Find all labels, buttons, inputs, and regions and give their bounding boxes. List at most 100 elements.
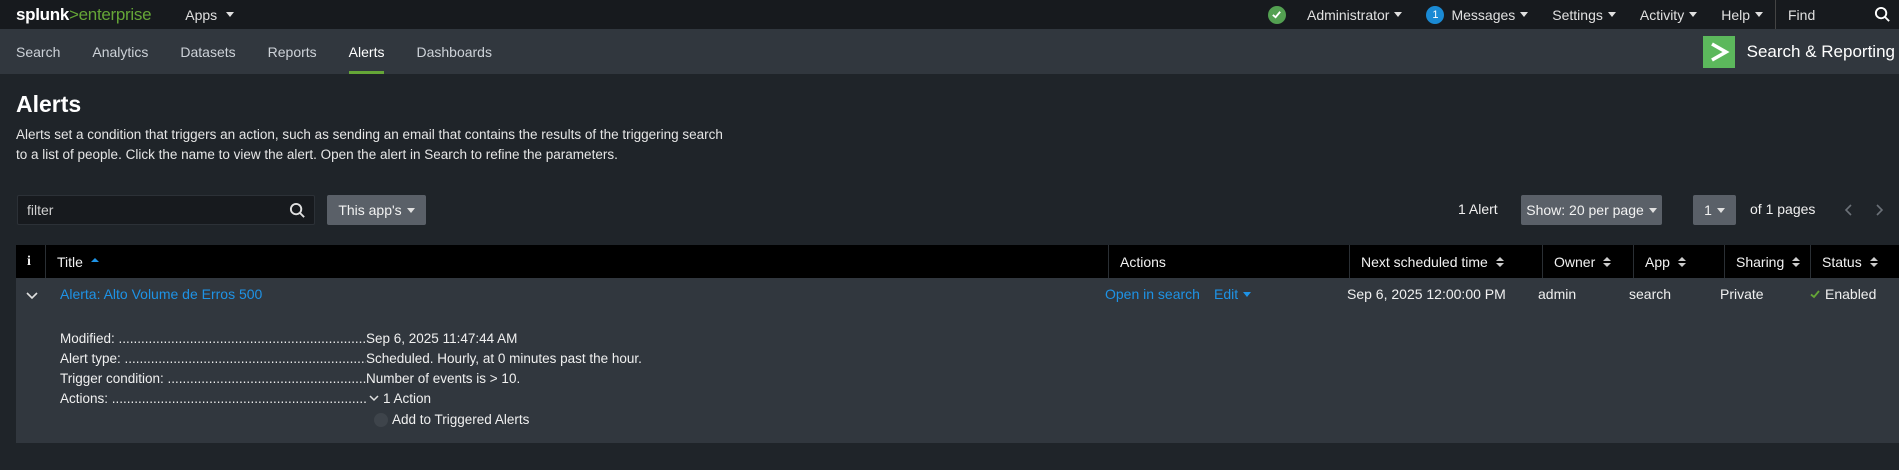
detail-label: Actions: ...............................… xyxy=(60,391,366,406)
logo-text: splunk xyxy=(16,4,69,24)
per-page-label: Show: 20 per page xyxy=(1526,202,1644,218)
caret-down-icon xyxy=(1394,12,1403,17)
caret-down-icon xyxy=(406,207,415,213)
alert-count: 1 Alert xyxy=(1458,201,1498,217)
header-actions-label: Actions xyxy=(1120,253,1166,270)
detail-modified: Modified: ..............................… xyxy=(60,329,642,349)
caret-down-icon xyxy=(1607,12,1616,17)
detail-action-item: Add to Triggered Alerts xyxy=(60,410,642,430)
messages-menu[interactable]: 1 Messages xyxy=(1426,5,1529,24)
detail-value: Sep 6, 2025 11:47:44 AM xyxy=(366,331,518,346)
alert-title-link[interactable]: Alerta: Alto Volume de Erros 500 xyxy=(60,286,262,302)
apps-menu-label: Apps xyxy=(185,6,218,23)
activity-label: Activity xyxy=(1639,6,1685,23)
open-in-search-link[interactable]: Open in search xyxy=(1105,286,1200,302)
sort-icon xyxy=(1792,256,1801,267)
check-icon xyxy=(1810,290,1820,299)
owner-value: admin xyxy=(1538,286,1577,302)
page-number: 1 xyxy=(1704,202,1712,218)
sort-icon xyxy=(1869,256,1878,267)
detail-label: Trigger condition: .....................… xyxy=(60,371,366,386)
table-header: i Title Actions Next scheduled time Owne… xyxy=(16,245,1899,278)
activity-menu[interactable]: Activity xyxy=(1639,6,1698,23)
sort-ascending-icon xyxy=(90,257,99,262)
alert-details: Modified: ..............................… xyxy=(60,329,642,430)
search-reporting-app-icon xyxy=(1702,35,1735,68)
filter-field[interactable] xyxy=(17,195,315,225)
health-check-icon[interactable] xyxy=(1267,5,1286,24)
tab-dashboards[interactable]: Dashboards xyxy=(400,29,508,74)
tab-alerts[interactable]: Alerts xyxy=(333,29,401,74)
header-status[interactable]: Status xyxy=(1811,245,1899,278)
per-page-dropdown[interactable]: Show: 20 per page xyxy=(1521,195,1662,225)
splunk-logo[interactable]: splunk>enterprise xyxy=(16,4,152,25)
header-title-label: Title xyxy=(57,253,83,270)
action-item: Add to Triggered Alerts xyxy=(366,410,529,430)
detail-label: Alert type: ............................… xyxy=(60,351,366,366)
next-scheduled-time: Sep 6, 2025 12:00:00 PM xyxy=(1347,286,1506,302)
chevron-down-icon[interactable] xyxy=(25,291,39,301)
apps-menu[interactable]: Apps xyxy=(185,6,235,23)
app-title-label: Search & Reporting xyxy=(1746,41,1895,61)
administrator-menu[interactable]: Administrator xyxy=(1307,7,1403,23)
page-description: Alerts set a condition that triggers an … xyxy=(16,127,723,162)
detail-trigger-condition: Trigger condition: .....................… xyxy=(60,369,642,389)
header-owner[interactable]: Owner xyxy=(1543,245,1634,278)
caret-down-icon xyxy=(226,12,235,17)
settings-label: Settings xyxy=(1552,6,1603,23)
messages-label: Messages xyxy=(1451,6,1516,23)
app-title[interactable]: Search & Reporting xyxy=(1702,29,1899,74)
logo-gt: > xyxy=(69,4,79,24)
detail-label: Modified: ..............................… xyxy=(60,331,366,346)
header-title[interactable]: Title xyxy=(46,245,1109,278)
chevron-down-icon xyxy=(369,395,379,402)
actions-toggle[interactable]: 1 Action xyxy=(366,389,431,409)
caret-down-icon xyxy=(1716,207,1725,213)
detail-actions: Actions: ...............................… xyxy=(60,389,642,409)
tab-search[interactable]: Search xyxy=(0,29,76,74)
header-sharing-label: Sharing xyxy=(1736,253,1785,270)
edit-label: Edit xyxy=(1214,286,1239,302)
settings-menu[interactable]: Settings xyxy=(1552,7,1616,23)
app-value: search xyxy=(1629,286,1672,302)
chevron-left-icon[interactable] xyxy=(1843,203,1855,217)
find-input[interactable]: Find xyxy=(1775,0,1899,29)
page-title: Alerts xyxy=(16,91,82,117)
detail-value: Scheduled. Hourly, at 0 minutes past the… xyxy=(366,351,642,366)
header-app-label: App xyxy=(1645,253,1670,270)
edit-dropdown[interactable]: Edit xyxy=(1214,286,1252,302)
find-placeholder: Find xyxy=(1788,6,1816,23)
header-status-label: Status xyxy=(1822,253,1862,270)
app-scope-dropdown[interactable]: This app's xyxy=(327,195,426,225)
header-next-time[interactable]: Next scheduled time xyxy=(1350,245,1543,278)
help-menu[interactable]: Help xyxy=(1721,7,1763,23)
caret-down-icon xyxy=(1520,12,1529,17)
page-select-dropdown[interactable]: 1 xyxy=(1693,195,1736,225)
sort-icon xyxy=(1677,256,1686,267)
sort-icon xyxy=(1603,256,1612,267)
detail-alert-type: Alert type: ............................… xyxy=(60,349,642,369)
search-icon[interactable] xyxy=(289,202,306,219)
header-info: i xyxy=(16,245,46,278)
search-icon[interactable] xyxy=(1874,6,1891,23)
caret-down-icon xyxy=(1243,291,1252,297)
caret-down-icon xyxy=(1648,207,1657,213)
tab-analytics[interactable]: Analytics xyxy=(76,29,164,74)
caret-down-icon xyxy=(1755,12,1763,17)
status-label: Enabled xyxy=(1825,286,1877,302)
action-item-label: Add to Triggered Alerts xyxy=(392,412,530,427)
tab-reports[interactable]: Reports xyxy=(252,29,333,74)
header-app[interactable]: App xyxy=(1634,245,1725,278)
top-bar: splunk>enterprise Apps Administrator 1 M… xyxy=(0,0,1899,29)
caret-down-icon xyxy=(1689,12,1698,17)
page-total: of 1 pages xyxy=(1750,201,1816,217)
filter-input[interactable] xyxy=(27,202,267,218)
table-row: Alerta: Alto Volume de Erros 500 Open in… xyxy=(16,278,1899,443)
header-sharing[interactable]: Sharing xyxy=(1725,245,1811,278)
header-next-time-label: Next scheduled time xyxy=(1361,253,1488,270)
chevron-right-icon[interactable] xyxy=(1873,203,1885,217)
status-value: Enabled xyxy=(1809,286,1876,302)
tab-datasets[interactable]: Datasets xyxy=(164,29,251,74)
help-label: Help xyxy=(1721,6,1750,23)
